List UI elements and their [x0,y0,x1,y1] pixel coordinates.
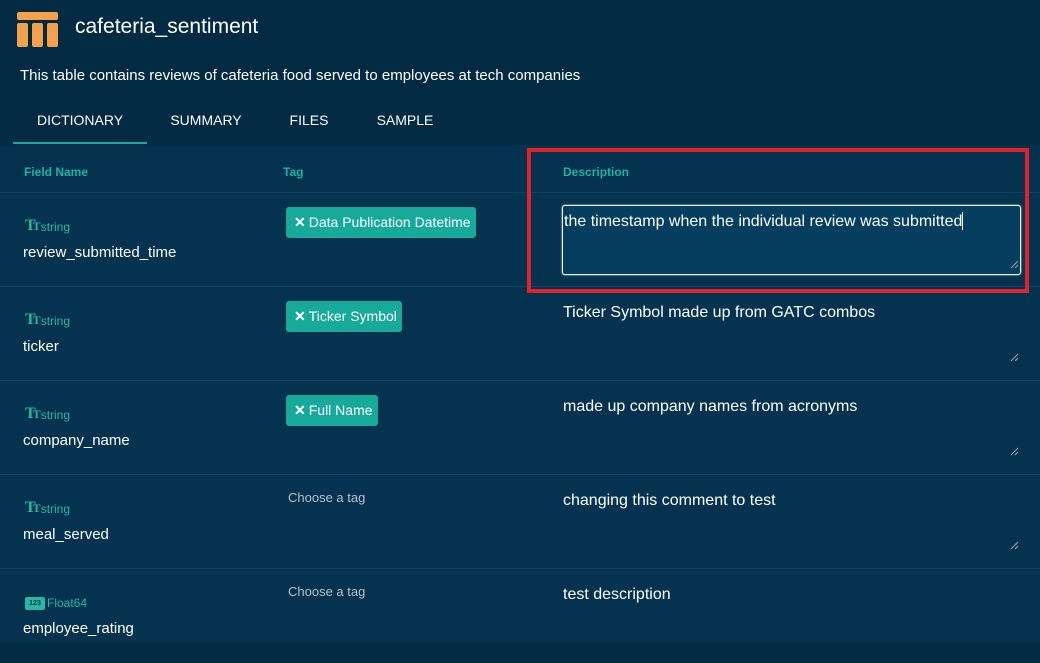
column-header-field-name: Field Name [24,165,89,179]
field-name: employee_rating [23,620,134,637]
remove-tag-icon[interactable]: ✕ [294,214,306,230]
choose-tag-select[interactable]: Choose a tag [288,490,365,505]
table-row: TT string meal_served Choose a tag chang… [0,474,1040,569]
table-row: TT string ticker ✕ Ticker Symbol Ticker S… [0,286,1040,381]
text-type-icon: TT [25,217,41,234]
type-label: Float64 [47,596,88,610]
description-text: test description [563,586,671,603]
field-name: ticker [23,338,59,355]
tag-label: Full Name [308,402,373,418]
table-row: TT string company_name ✕ Full Name made u… [0,380,1040,475]
numeric-type-icon: 123 [25,597,45,610]
choose-tag-select[interactable]: Choose a tag [288,584,365,599]
text-type-icon: TT [25,311,41,328]
column-header-tag: Tag [283,165,304,179]
page-header: cafeteria_sentiment This table contains … [0,0,1040,145]
description-text: changing this comment to test [563,492,776,509]
resize-handle-icon[interactable] [1010,353,1019,362]
page-title: cafeteria_sentiment [75,15,259,38]
type-label: string [40,314,71,328]
resize-handle-icon[interactable] [1010,541,1019,550]
tag-label: Ticker Symbol [308,308,397,324]
description-text: Ticker Symbol made up from GATC combos [563,304,876,321]
tag-label: Data Publication Datetime [308,214,471,230]
type-label: string [40,408,71,422]
field-name: meal_served [23,526,109,543]
tab-sample[interactable]: SAMPLE [365,100,445,142]
type-badge: TT string [25,404,71,423]
field-name: company_name [23,432,130,449]
type-badge: 123 Float64 [25,592,87,610]
tag-chip[interactable]: ✕ Full Name [286,395,378,426]
description-textarea[interactable]: test description [563,581,1020,649]
text-type-icon: TT [25,405,41,422]
tab-summary[interactable]: SUMMARY [160,100,252,142]
description-textarea[interactable]: made up company names from acronyms [563,393,1020,461]
resize-handle-icon[interactable] [1010,447,1019,456]
remove-tag-icon[interactable]: ✕ [294,308,306,324]
text-type-icon: TT [25,499,41,516]
tag-chip[interactable]: ✕ Data Publication Datetime [286,207,476,238]
type-label: string [40,220,71,234]
field-name: review_submitted_time [23,244,177,261]
description-text: made up company names from acronyms [563,398,858,415]
highlight-annotation [527,148,1029,293]
table-description: This table contains reviews of cafeteria… [20,67,581,84]
type-label: string [40,502,71,516]
tab-files[interactable]: FILES [279,100,339,142]
type-badge: TT string [25,310,71,329]
type-badge: TT string [25,216,71,235]
description-textarea[interactable]: changing this comment to test [563,487,1020,555]
remove-tag-icon[interactable]: ✕ [294,402,306,418]
description-textarea[interactable]: Ticker Symbol made up from GATC combos [563,299,1020,367]
tab-dictionary[interactable]: DICTIONARY [13,100,147,144]
type-badge: TT string [25,498,71,517]
table-row: 123 Float64 employee_rating Choose a tag… [0,568,1040,663]
tag-chip[interactable]: ✕ Ticker Symbol [286,301,402,332]
table-icon [17,12,58,47]
